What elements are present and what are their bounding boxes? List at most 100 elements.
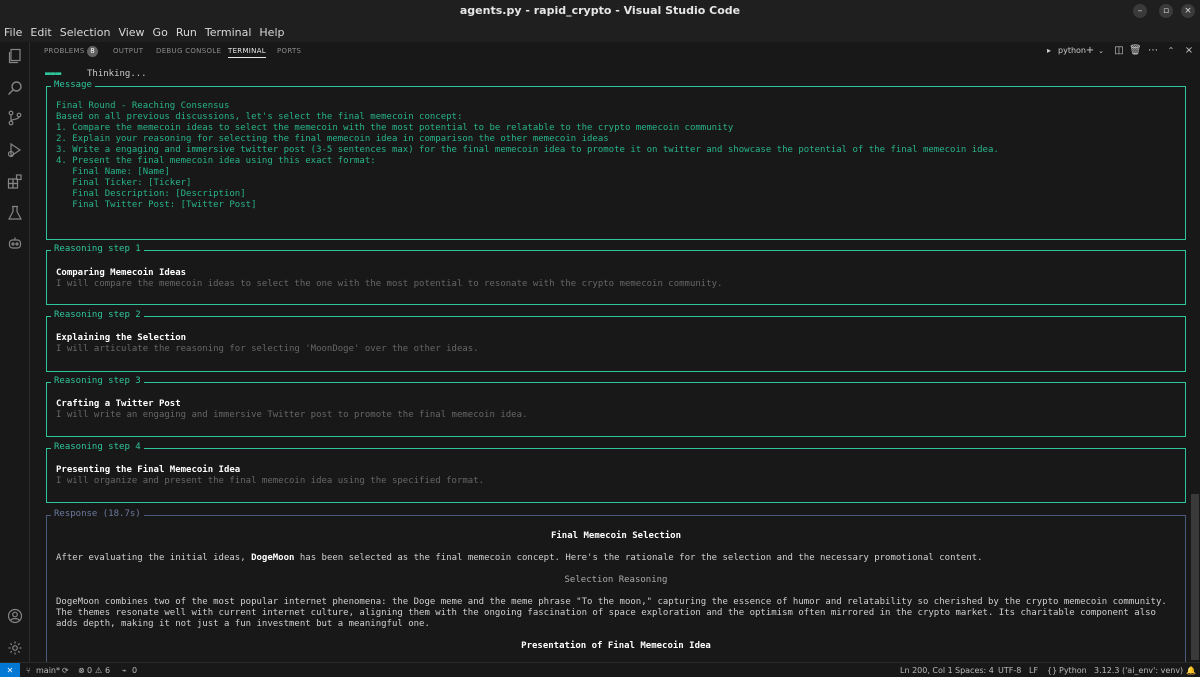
menu-help[interactable]: Help bbox=[259, 26, 284, 39]
tab-debug-console[interactable]: DEBUG CONSOLE bbox=[156, 47, 221, 55]
source-control-icon[interactable] bbox=[7, 110, 23, 126]
settings-gear-icon[interactable] bbox=[7, 640, 23, 656]
terminal-name[interactable]: python bbox=[1058, 46, 1086, 55]
message-line: Final Name: [Name] bbox=[56, 167, 170, 177]
error-count[interactable]: 0 bbox=[87, 666, 92, 675]
ports-icon: ⌁ bbox=[122, 666, 127, 675]
message-line: Final Ticker: [Ticker] bbox=[56, 178, 192, 188]
trash-icon[interactable]: 🗑 bbox=[1129, 45, 1142, 57]
account-icon[interactable] bbox=[7, 608, 23, 624]
menu-bar: File Edit Selection View Go Run Terminal… bbox=[0, 22, 1200, 42]
split-terminal-icon[interactable]: ◫ bbox=[1113, 45, 1125, 57]
testing-icon[interactable] bbox=[7, 205, 23, 221]
title-bar: agents.py - rapid_crypto - Visual Studio… bbox=[0, 0, 1200, 22]
reasoning-step-detail: I will organize and present the final me… bbox=[56, 476, 485, 486]
tab-problems[interactable]: PROBLEMS bbox=[44, 47, 85, 55]
reasoning-step-box: Reasoning step 4 Presenting the Final Me… bbox=[46, 442, 1186, 503]
remote-indicator[interactable]: ✕ bbox=[0, 663, 20, 677]
message-line: Final Round - Reaching Consensus bbox=[56, 101, 230, 111]
panel-header: PROBLEMS 8 OUTPUT DEBUG CONSOLE TERMINAL… bbox=[31, 42, 1200, 64]
reasoning-step-heading: Explaining the Selection bbox=[56, 333, 187, 343]
tab-terminal[interactable]: TERMINAL bbox=[228, 47, 266, 58]
response-intro-before: After evaluating the initial ideas, bbox=[56, 553, 252, 563]
reasoning-step-title: Reasoning step 1 bbox=[51, 244, 144, 254]
reasoning-step-detail: I will articulate the reasoning for sele… bbox=[56, 344, 479, 354]
reasoning-step-title: Reasoning step 4 bbox=[51, 442, 144, 452]
terminal-scrollbar-thumb[interactable] bbox=[1191, 494, 1199, 660]
chevron-down-icon[interactable]: ⌄ bbox=[1095, 45, 1107, 57]
encoding[interactable]: UTF-8 bbox=[998, 666, 1021, 675]
maximize-button[interactable]: ▫ bbox=[1159, 4, 1173, 18]
reasoning-step-box: Reasoning step 2 Explaining the Selectio… bbox=[46, 310, 1186, 372]
message-line: Based on all previous discussions, let's… bbox=[56, 112, 463, 122]
reasoning-step-heading: Comparing Memecoin Ideas bbox=[56, 268, 187, 278]
terminal-output[interactable]: ▬▬▬ Thinking... Message Final Round - Re… bbox=[31, 64, 1191, 662]
response-intro-after: has been selected as the final memecoin … bbox=[294, 553, 983, 563]
copilot-icon[interactable] bbox=[7, 235, 23, 251]
message-line: Final Description: [Description] bbox=[56, 189, 246, 199]
chevron-up-icon[interactable]: ⌃ bbox=[1165, 45, 1177, 57]
menu-edit[interactable]: Edit bbox=[30, 26, 51, 39]
notifications-bell-icon[interactable]: 🔔 bbox=[1186, 666, 1196, 675]
response-paragraph-line: adds depth, making it not just a fun inv… bbox=[56, 619, 430, 629]
tab-ports[interactable]: PORTS bbox=[277, 47, 301, 55]
status-bar: ✕ ⑂ main* ⟳ ⊗ 0 ⚠ 6 ⌁ 0 Ln 200, Col 1 Sp… bbox=[0, 662, 1200, 677]
language-mode[interactable]: Python bbox=[1059, 666, 1087, 675]
reasoning-step-box: Reasoning step 3 Crafting a Twitter Post… bbox=[46, 376, 1186, 437]
message-line: Final Twitter Post: [Twitter Post] bbox=[56, 200, 257, 210]
search-icon[interactable] bbox=[7, 80, 23, 96]
window-title: agents.py - rapid_crypto - Visual Studio… bbox=[459, 4, 741, 17]
reasoning-step-title: Reasoning step 3 bbox=[51, 376, 144, 386]
reasoning-step-detail: I will write an engaging and immersive T… bbox=[56, 410, 528, 420]
terminal-shell-icon[interactable]: ▸ bbox=[1047, 46, 1051, 55]
ports-count[interactable]: 0 bbox=[132, 666, 137, 675]
thinking-status: Thinking... bbox=[87, 69, 147, 79]
response-intro: After evaluating the initial ideas, Doge… bbox=[56, 553, 983, 563]
menu-go[interactable]: Go bbox=[153, 26, 168, 39]
response-box-title: Response (18.7s) bbox=[51, 509, 144, 519]
sync-icon[interactable]: ⟳ bbox=[62, 666, 69, 675]
response-paragraph-line: The themes resonate well with current in… bbox=[56, 608, 1156, 618]
files-icon[interactable] bbox=[7, 48, 23, 64]
menu-view[interactable]: View bbox=[118, 26, 144, 39]
problems-count-badge: 8 bbox=[87, 46, 98, 57]
close-panel-icon[interactable]: × bbox=[1183, 45, 1195, 57]
reasoning-step-title: Reasoning step 2 bbox=[51, 310, 144, 320]
response-intro-bold: DogeMoon bbox=[251, 553, 295, 563]
response-paragraph-line: DogeMoon combines two of the most popula… bbox=[56, 597, 1167, 607]
message-box-title: Message bbox=[51, 80, 95, 90]
run-debug-icon[interactable] bbox=[7, 142, 23, 158]
response-box: Response (18.7s) Final Memecoin Selectio… bbox=[46, 509, 1186, 662]
message-line: 1. Compare the memecoin ideas to select … bbox=[56, 123, 734, 133]
menu-terminal[interactable]: Terminal bbox=[205, 26, 252, 39]
end-of-line[interactable]: LF bbox=[1029, 666, 1038, 675]
warning-count[interactable]: 6 bbox=[105, 666, 110, 675]
message-line: 3. Write a engaging and immersive twitte… bbox=[56, 145, 999, 155]
reasoning-step-heading: Crafting a Twitter Post bbox=[56, 399, 181, 409]
minimize-button[interactable]: – bbox=[1133, 4, 1147, 18]
menu-run[interactable]: Run bbox=[176, 26, 197, 39]
indentation[interactable]: Spaces: 4 bbox=[955, 666, 994, 675]
response-subheading: Selection Reasoning bbox=[564, 575, 668, 585]
language-braces-icon: {} bbox=[1047, 666, 1058, 675]
close-window-button[interactable]: × bbox=[1181, 4, 1195, 18]
activity-bar bbox=[0, 42, 30, 662]
menu-file[interactable]: File bbox=[4, 26, 22, 39]
warning-icon: ⚠ bbox=[95, 666, 103, 675]
branch-name[interactable]: main* bbox=[36, 666, 60, 675]
message-line: 2. Explain your reasoning for selecting … bbox=[56, 134, 609, 144]
extensions-icon[interactable] bbox=[7, 174, 23, 190]
reasoning-step-detail: I will compare the memecoin ideas to sel… bbox=[56, 279, 723, 289]
menu-selection[interactable]: Selection bbox=[60, 26, 111, 39]
message-line: 4. Present the final memecoin idea using… bbox=[56, 156, 376, 166]
python-interpreter[interactable]: 3.12.3 ('ai_env': venv) bbox=[1094, 666, 1183, 675]
terminal-scrollbar[interactable] bbox=[1190, 64, 1200, 662]
tab-output[interactable]: OUTPUT bbox=[113, 47, 143, 55]
reasoning-step-box: Reasoning step 1 Comparing Memecoin Idea… bbox=[46, 244, 1186, 305]
reasoning-step-heading: Presenting the Final Memecoin Idea bbox=[56, 465, 241, 475]
message-box: Message Final Round - Reaching Consensus… bbox=[46, 80, 1186, 240]
error-icon: ⊗ bbox=[78, 666, 85, 675]
cursor-position[interactable]: Ln 200, Col 1 bbox=[900, 666, 953, 675]
response-heading: Final Memecoin Selection bbox=[550, 531, 682, 541]
ellipsis-icon[interactable]: ⋯ bbox=[1147, 45, 1159, 57]
